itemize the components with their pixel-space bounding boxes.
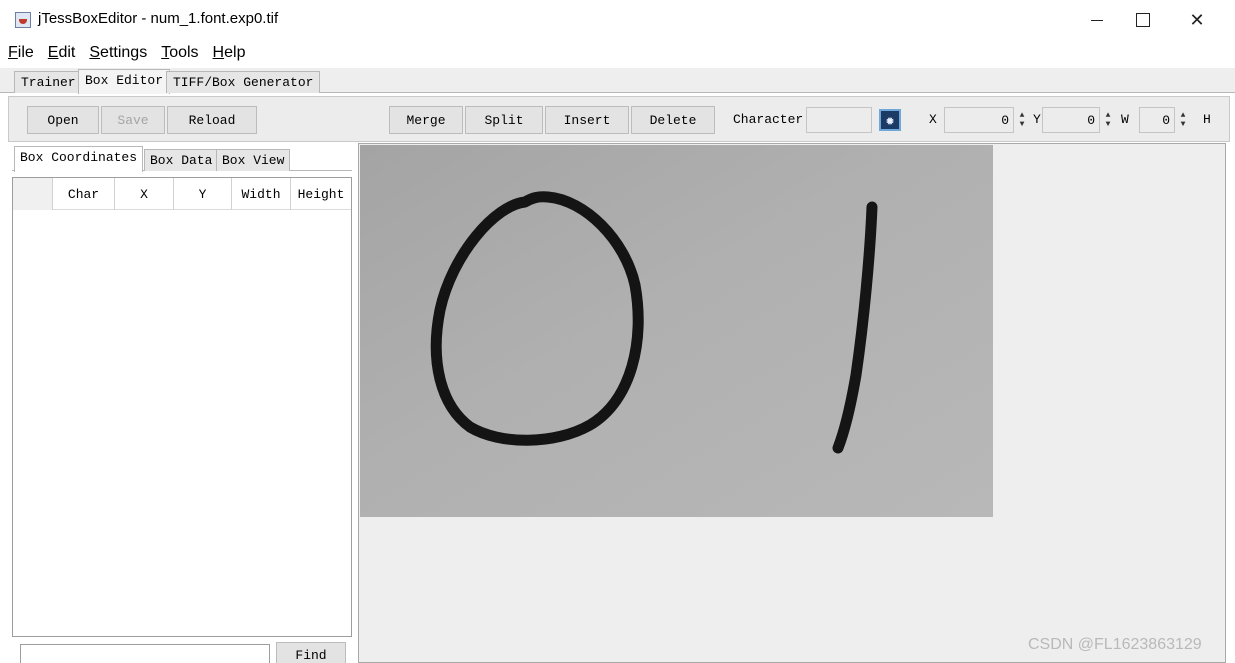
tab-tiff-box-generator[interactable]: TIFF/Box Generator	[166, 71, 321, 93]
y-field[interactable]: 0	[1042, 107, 1100, 133]
tab-trainer[interactable]: Trainer	[14, 71, 83, 93]
find-button[interactable]: Find	[276, 642, 346, 663]
tab-box-coordinates[interactable]: Box Coordinates	[14, 146, 144, 172]
column-header-x[interactable]: X	[115, 178, 174, 210]
w-spinner-arrows-icon[interactable]: ▲ ▼	[1175, 107, 1191, 133]
insert-button[interactable]: Insert	[545, 106, 629, 134]
y-label: Y	[1033, 112, 1041, 127]
tab-box-data[interactable]: Box Data	[144, 149, 219, 171]
x-field[interactable]: 0	[944, 107, 1014, 133]
font-chooser-icon[interactable]: ✹	[879, 109, 901, 131]
left-panel-tabs: Box Coordinates Box Data Box View	[12, 145, 352, 172]
column-header-height[interactable]: Height	[291, 178, 351, 210]
split-button[interactable]: Split	[465, 106, 543, 134]
w-field[interactable]: 0	[1139, 107, 1175, 133]
tab-box-view[interactable]: Box View	[216, 149, 291, 171]
character-field[interactable]	[806, 107, 872, 133]
menu-tools[interactable]: Tools	[161, 44, 198, 62]
column-header-y[interactable]: Y	[174, 178, 232, 210]
save-button[interactable]: Save	[101, 106, 165, 134]
java-cup-icon	[15, 12, 31, 28]
minimize-button[interactable]	[1074, 0, 1120, 40]
merge-button[interactable]: Merge	[389, 106, 463, 134]
scanned-image[interactable]	[360, 145, 993, 517]
menu-edit[interactable]: Edit	[48, 44, 76, 62]
toolbar: Open Save Reload Merge Split Insert Dele…	[8, 96, 1230, 142]
tab-box-editor[interactable]: Box Editor	[78, 69, 171, 94]
table-header: Char X Y Width Height	[13, 178, 351, 210]
paper-background	[360, 145, 993, 517]
column-header-index[interactable]	[13, 178, 53, 210]
x-spinner-arrows-icon[interactable]: ▲ ▼	[1014, 107, 1030, 133]
h-label: H	[1203, 112, 1211, 127]
y-spinner-arrows-icon[interactable]: ▲ ▼	[1100, 107, 1116, 133]
menu-bar: File Edit Settings Tools Help	[0, 40, 1235, 66]
menu-settings[interactable]: Settings	[89, 44, 147, 62]
column-header-width[interactable]: Width	[232, 178, 291, 210]
close-icon: ✕	[1189, 9, 1205, 30]
window-title: jTessBoxEditor - num_1.font.exp0.tif	[38, 10, 279, 27]
x-label: X	[929, 112, 937, 127]
maximize-button[interactable]	[1120, 0, 1166, 40]
menu-help[interactable]: Help	[213, 44, 246, 62]
open-button[interactable]: Open	[27, 106, 99, 134]
menu-file[interactable]: File	[8, 44, 34, 62]
title-bar: jTessBoxEditor - num_1.font.exp0.tif ✕	[0, 0, 1235, 40]
box-coordinates-table[interactable]: Char X Y Width Height	[12, 177, 352, 637]
reload-button[interactable]: Reload	[167, 106, 257, 134]
character-label: Character	[733, 112, 804, 127]
w-label: W	[1121, 112, 1129, 127]
main-tabs: Trainer Box Editor TIFF/Box Generator	[0, 68, 1235, 94]
close-button[interactable]: ✕	[1174, 0, 1220, 40]
watermark-text: CSDN @FL1623863129	[1028, 636, 1202, 653]
find-input[interactable]	[20, 644, 270, 663]
column-header-char[interactable]: Char	[53, 178, 115, 210]
delete-button[interactable]: Delete	[631, 106, 715, 134]
